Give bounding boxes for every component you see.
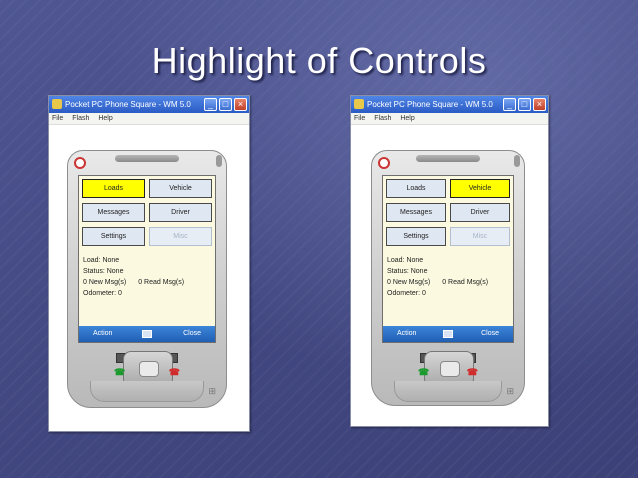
- read-messages-count: 0 Read Msg(s): [138, 279, 185, 286]
- close-softkey[interactable]: Close: [481, 326, 499, 342]
- slide-title: Highlight of Controls: [151, 40, 487, 81]
- loads-button[interactable]: Loads: [386, 179, 446, 198]
- windows-logo-icon: ⊞: [506, 386, 514, 396]
- keyboard-icon[interactable]: [142, 330, 152, 338]
- emulator-window-left: Pocket PC Phone Square - WM 5.0 _ □ × Fi…: [48, 95, 250, 432]
- dpad-center-button[interactable]: [139, 361, 159, 377]
- power-icon[interactable]: [74, 157, 86, 169]
- app-icon: [354, 99, 364, 109]
- status-panel: Load: None Status: None 0 New Msg(s) 0 R…: [83, 255, 184, 299]
- vehicle-button[interactable]: Vehicle: [450, 179, 510, 198]
- menu-bar: File Flash Help: [49, 113, 249, 125]
- maximize-button[interactable]: □: [518, 98, 531, 111]
- device-screen: Loads Vehicle Messages Driver Settings M…: [78, 175, 216, 343]
- settings-button[interactable]: Settings: [386, 227, 446, 246]
- menu-flash[interactable]: Flash: [374, 115, 391, 122]
- odometer: Odometer: 0: [83, 290, 122, 297]
- softkey-bar: Action Close: [79, 326, 215, 342]
- maximize-button[interactable]: □: [219, 98, 232, 111]
- vehicle-button[interactable]: Vehicle: [149, 179, 212, 198]
- menu-help[interactable]: Help: [98, 115, 112, 122]
- messages-button[interactable]: Messages: [386, 203, 446, 222]
- menu-bar: File Flash Help: [351, 113, 548, 125]
- windows-logo-icon: ⊞: [208, 386, 216, 396]
- messages-button[interactable]: Messages: [82, 203, 145, 222]
- hardware-keys: ☎ ☎ ⊞: [372, 347, 524, 403]
- softkey-bar: Action Close: [383, 326, 513, 342]
- status-text: Status: None: [387, 268, 428, 275]
- misc-button: Misc: [450, 227, 510, 246]
- call-icon[interactable]: ☎: [418, 367, 429, 378]
- menu-file[interactable]: File: [52, 115, 63, 122]
- minimize-button[interactable]: _: [503, 98, 516, 111]
- device-lower-shell: [394, 381, 502, 402]
- window-title: Pocket PC Phone Square - WM 5.0: [367, 100, 493, 109]
- window-titlebar[interactable]: Pocket PC Phone Square - WM 5.0 _ □ ×: [49, 96, 249, 113]
- device-frame: Loads Vehicle Messages Driver Settings M…: [371, 150, 525, 406]
- speaker-grille: [115, 155, 179, 162]
- menu-file[interactable]: File: [354, 115, 365, 122]
- device-screen: Loads Vehicle Messages Driver Settings M…: [382, 175, 514, 343]
- minimize-button[interactable]: _: [204, 98, 217, 111]
- device-lower-shell: [90, 381, 204, 402]
- keyboard-icon[interactable]: [443, 330, 453, 338]
- close-softkey[interactable]: Close: [183, 326, 201, 342]
- window-title: Pocket PC Phone Square - WM 5.0: [65, 100, 191, 109]
- driver-button[interactable]: Driver: [450, 203, 510, 222]
- dpad-center-button[interactable]: [440, 361, 460, 377]
- side-button[interactable]: [216, 155, 222, 167]
- end-call-icon[interactable]: ☎: [169, 367, 180, 378]
- menu-flash[interactable]: Flash: [72, 115, 89, 122]
- status-text: Status: None: [83, 268, 124, 275]
- action-softkey[interactable]: Action: [397, 326, 416, 342]
- load-status: Load: None: [387, 257, 424, 264]
- new-messages-count: 0 New Msg(s): [387, 279, 431, 286]
- close-window-button[interactable]: ×: [234, 98, 247, 111]
- load-status: Load: None: [83, 257, 120, 264]
- status-panel: Load: None Status: None 0 New Msg(s) 0 R…: [387, 255, 488, 299]
- call-icon[interactable]: ☎: [114, 367, 125, 378]
- action-softkey[interactable]: Action: [93, 326, 112, 342]
- misc-button: Misc: [149, 227, 212, 246]
- driver-button[interactable]: Driver: [149, 203, 212, 222]
- device-frame: Loads Vehicle Messages Driver Settings M…: [67, 150, 227, 408]
- odometer: Odometer: 0: [387, 290, 426, 297]
- read-messages-count: 0 Read Msg(s): [442, 279, 489, 286]
- button-grid: Loads Vehicle Messages Driver Settings M…: [82, 179, 212, 246]
- hardware-keys: ☎ ☎ ⊞: [68, 347, 226, 403]
- side-button[interactable]: [514, 155, 520, 167]
- loads-button[interactable]: Loads: [82, 179, 145, 198]
- window-titlebar[interactable]: Pocket PC Phone Square - WM 5.0 _ □ ×: [351, 96, 548, 113]
- menu-help[interactable]: Help: [400, 115, 414, 122]
- new-messages-count: 0 New Msg(s): [83, 279, 127, 286]
- button-grid: Loads Vehicle Messages Driver Settings M…: [386, 179, 510, 246]
- power-icon[interactable]: [378, 157, 390, 169]
- app-icon: [52, 99, 62, 109]
- emulator-window-right: Pocket PC Phone Square - WM 5.0 _ □ × Fi…: [350, 95, 549, 427]
- settings-button[interactable]: Settings: [82, 227, 145, 246]
- close-window-button[interactable]: ×: [533, 98, 546, 111]
- speaker-grille: [416, 155, 480, 162]
- end-call-icon[interactable]: ☎: [467, 367, 478, 378]
